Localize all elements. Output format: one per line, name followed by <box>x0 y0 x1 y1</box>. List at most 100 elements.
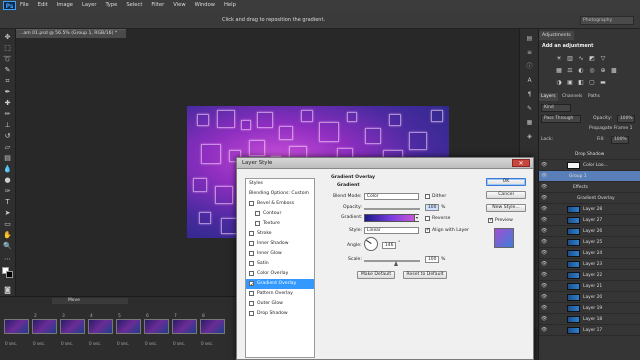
properties-panel-icon[interactable]: ≡ <box>525 49 534 57</box>
ok-button[interactable]: OK <box>486 178 526 186</box>
styles-header[interactable]: Styles <box>246 179 314 189</box>
curves-icon[interactable]: ∿ <box>577 55 585 62</box>
align-with-layer-checkbox[interactable] <box>425 227 430 233</box>
checkbox[interactable] <box>249 251 254 256</box>
crop-tool-icon[interactable]: ⌗ <box>2 76 13 86</box>
pen-tool-icon[interactable]: ✑ <box>2 186 13 196</box>
character-panel-icon[interactable]: A <box>525 77 534 85</box>
workspace-select[interactable]: Photography <box>580 16 634 25</box>
blend-mode-select[interactable]: Color <box>364 193 419 200</box>
threshold-icon[interactable]: ◧ <box>577 79 585 86</box>
eye-icon[interactable]: 👁 <box>541 314 548 325</box>
exposure-icon[interactable]: ◩ <box>588 55 596 62</box>
checkbox[interactable] <box>249 231 254 236</box>
opacity-input[interactable]: 100 <box>425 204 439 211</box>
frame-delay[interactable]: 0 sec. <box>33 341 45 346</box>
layer-row[interactable]: 👁 Gradient Overlay <box>539 193 640 204</box>
checkbox[interactable] <box>249 301 254 306</box>
eye-icon[interactable]: 👁 <box>541 303 548 314</box>
checkbox[interactable] <box>255 221 260 226</box>
menu-window[interactable]: Window <box>195 0 215 11</box>
layer-row[interactable]: 👁 Layer 19 <box>539 303 640 314</box>
gradient-dropdown-icon[interactable]: ▾ <box>414 215 419 221</box>
eraser-tool-icon[interactable]: ▱ <box>2 142 13 152</box>
brush-tool-icon[interactable]: ✏ <box>2 109 13 119</box>
quick-select-tool-icon[interactable]: ✎ <box>2 65 13 75</box>
timeline-frame[interactable] <box>4 319 29 334</box>
history-panel-icon[interactable]: ▤ <box>525 35 534 43</box>
styles-panel-icon[interactable]: ◈ <box>525 133 534 141</box>
layer-row[interactable]: 👁 Layer 28 <box>539 204 640 215</box>
frame-delay[interactable]: 0 sec. <box>145 341 157 346</box>
reset-to-default-button[interactable]: Reset to Default <box>403 271 447 279</box>
layer-row[interactable]: 👁 Layer 21 <box>539 281 640 292</box>
eye-icon[interactable]: 👁 <box>541 193 548 204</box>
opacity-slider[interactable] <box>364 208 420 210</box>
layer-row[interactable]: 👁 Color Loo... <box>539 160 640 171</box>
gradient-map-icon[interactable]: ▬ <box>599 79 607 86</box>
brush-panel-icon[interactable]: ✎ <box>525 105 534 113</box>
make-default-button[interactable]: Make Default <box>357 271 395 279</box>
layer-filter-kind[interactable]: Kind <box>541 104 571 112</box>
frame-delay[interactable]: 0 sec. <box>89 341 101 346</box>
layer-row[interactable]: 👁 Effects <box>539 182 640 193</box>
layer-blend-mode-select[interactable]: Pass Through <box>541 115 581 123</box>
eye-icon[interactable]: 👁 <box>541 270 548 281</box>
layer-row[interactable]: Drop Shadow <box>539 149 640 160</box>
gradient-picker[interactable] <box>364 214 419 222</box>
shape-tool-icon[interactable]: ▭ <box>2 219 13 229</box>
lasso-tool-icon[interactable]: ➰ <box>2 54 13 64</box>
layer-row[interactable]: 👁 Layer 18 <box>539 314 640 325</box>
style-item-outer-glow[interactable]: Outer Glow <box>246 299 314 309</box>
propagate-frame-label[interactable]: Propagate Frame 1 <box>589 126 633 131</box>
style-item-pattern-overlay[interactable]: Pattern Overlay <box>246 289 314 299</box>
dialog-titlebar[interactable]: Layer Style ✕ <box>237 158 533 169</box>
style-item-contour[interactable]: Contour <box>246 209 314 219</box>
paragraph-panel-icon[interactable]: ¶ <box>525 91 534 99</box>
layer-row[interactable]: 👁 Layer 25 <box>539 237 640 248</box>
eye-icon[interactable]: 👁 <box>541 171 548 182</box>
eye-icon[interactable]: 👁 <box>541 259 548 270</box>
eye-icon[interactable]: 👁 <box>541 226 548 237</box>
swatches-panel-icon[interactable]: ▦ <box>525 119 534 127</box>
frame-delay[interactable]: 0 sec. <box>117 341 129 346</box>
checkbox[interactable] <box>249 241 254 246</box>
menu-select[interactable]: Select <box>126 0 142 11</box>
brightness-contrast-icon[interactable]: ☀ <box>555 55 563 62</box>
new-style-button[interactable]: New Style... <box>486 204 526 212</box>
frame-delay[interactable]: 0 sec. <box>61 341 73 346</box>
timeline-frame[interactable] <box>172 319 197 334</box>
layer-row[interactable]: 👁 Layer 24 <box>539 248 640 259</box>
scale-input[interactable]: 100 <box>425 256 439 263</box>
timeline-frame-header[interactable]: Move <box>52 298 128 304</box>
style-select[interactable]: Linear <box>364 227 419 234</box>
layer-row[interactable]: 👁 Layer 23 <box>539 259 640 270</box>
eye-icon[interactable]: 👁 <box>541 281 548 292</box>
healing-brush-icon[interactable]: ✚ <box>2 98 13 108</box>
eye-icon[interactable]: 👁 <box>541 248 548 259</box>
style-item-texture[interactable]: Texture <box>246 219 314 229</box>
layer-row[interactable]: 👁 Layer 26 <box>539 226 640 237</box>
menu-help[interactable]: Help <box>224 0 236 11</box>
document-tab[interactable]: ...am 01.psd @ 56.5% (Group 1, RGB/16) * <box>16 29 126 38</box>
style-item-stroke[interactable]: Stroke <box>246 229 314 239</box>
hue-saturation-icon[interactable]: ▦ <box>555 67 563 74</box>
blur-tool-icon[interactable]: 💧 <box>2 164 13 174</box>
checkbox[interactable] <box>249 271 254 276</box>
clone-stamp-icon[interactable]: ⊥ <box>2 120 13 130</box>
menu-file[interactable]: File <box>20 0 29 11</box>
layer-row[interactable]: 👁 Group 1 <box>539 171 640 182</box>
style-item-gradient-overlay[interactable]: Gradient Overlay <box>246 279 314 290</box>
layer-row[interactable]: 👁 Layer 17 <box>539 325 640 336</box>
history-brush-icon[interactable]: ↺ <box>2 131 13 141</box>
blending-options-item[interactable]: Blending Options: Custom <box>246 189 314 199</box>
photo-filter-icon[interactable]: ◎ <box>588 67 596 74</box>
eye-icon[interactable]: 👁 <box>541 237 548 248</box>
layer-fill-input[interactable]: 100% <box>611 136 629 144</box>
checkbox[interactable] <box>249 201 254 206</box>
menu-type[interactable]: Type <box>105 0 117 11</box>
style-item-drop-shadow[interactable]: Drop Shadow <box>246 309 314 319</box>
timeline-frame[interactable] <box>116 319 141 334</box>
zoom-tool-icon[interactable]: 🔍 <box>2 241 13 251</box>
quick-mask-icon[interactable]: ◙ <box>2 285 13 295</box>
